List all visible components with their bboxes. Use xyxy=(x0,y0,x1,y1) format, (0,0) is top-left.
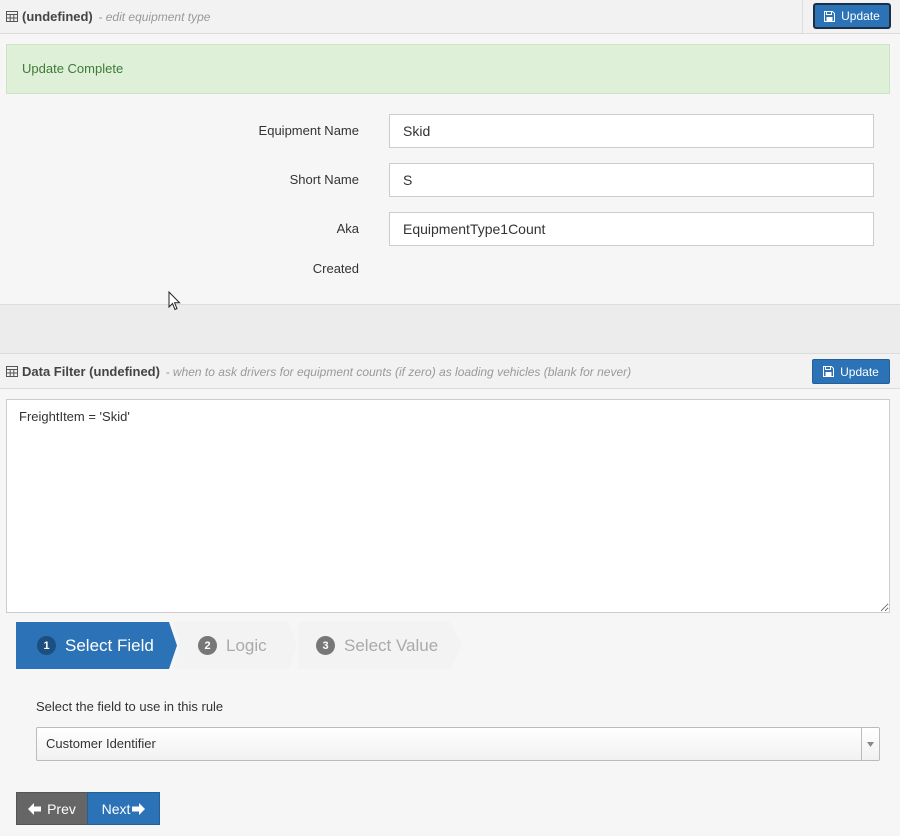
short-name-row: Short Name xyxy=(0,163,900,197)
wizard-step-select-field[interactable]: 1 Select Field xyxy=(16,622,169,669)
update-button-label: Update xyxy=(841,9,880,23)
aka-row: Aka xyxy=(0,212,900,246)
arrow-right-icon xyxy=(132,802,146,815)
equipment-type-header: (undefined) - edit equipment type Update xyxy=(0,0,900,34)
caret-down-icon xyxy=(867,741,874,747)
mouse-cursor-icon xyxy=(168,291,181,311)
aka-label: Aka xyxy=(336,221,359,236)
step-number: 3 xyxy=(316,636,335,655)
step-arrow-3 xyxy=(450,622,462,669)
wizard-step-logic[interactable]: 2 Logic xyxy=(179,622,289,669)
short-name-input[interactable] xyxy=(389,163,874,197)
field-select-value: Customer Identifier xyxy=(46,736,156,751)
step-label: Select Value xyxy=(344,635,439,655)
data-filter-header: Data Filter (undefined) - when to ask dr… xyxy=(0,354,900,389)
step-label: Logic xyxy=(226,635,267,655)
field-select[interactable]: Customer Identifier xyxy=(36,727,880,761)
page-title: (undefined) xyxy=(22,9,93,24)
next-button[interactable]: Next xyxy=(87,792,160,825)
prev-button-label: Prev xyxy=(47,800,76,817)
success-alert: Update Complete xyxy=(6,44,890,94)
save-icon xyxy=(824,10,836,22)
wizard-steps: 1 Select Field 2 Logic 3 Select Value xyxy=(16,622,476,669)
equipment-name-input[interactable] xyxy=(389,114,874,148)
header-actions: Update xyxy=(802,0,900,33)
wizard-step-select-value[interactable]: 3 Select Value xyxy=(298,622,450,669)
next-button-label: Next xyxy=(101,800,131,817)
save-icon xyxy=(823,366,835,377)
short-name-label: Short Name xyxy=(289,172,359,187)
step-number: 2 xyxy=(198,636,217,655)
data-filter-title-wrap: Data Filter (undefined) - when to ask dr… xyxy=(6,364,631,380)
filter-expression-textarea[interactable]: FreightItem = 'Skid' xyxy=(6,399,890,613)
select-field-prompt: Select the field to use in this rule xyxy=(36,699,224,714)
created-row: Created xyxy=(0,252,900,286)
data-filter-title: Data Filter (undefined) xyxy=(22,364,160,379)
data-filter-update-label: Update xyxy=(840,364,879,379)
equipment-name-row: Equipment Name xyxy=(0,114,900,148)
step-arrow-notch-1 xyxy=(173,622,187,669)
data-filter-update-button[interactable]: Update xyxy=(812,359,890,384)
prev-button[interactable]: Prev xyxy=(16,792,88,825)
step-number: 1 xyxy=(37,636,56,655)
step-label: Select Field xyxy=(65,635,154,655)
section-divider xyxy=(0,304,900,354)
data-filter-subtitle: - when to ask drivers for equipment coun… xyxy=(165,365,632,379)
table-icon xyxy=(6,366,18,377)
header-title-wrap: (undefined) - edit equipment type xyxy=(6,9,210,25)
page-subtitle: - edit equipment type xyxy=(98,10,211,24)
arrow-left-icon xyxy=(28,802,42,815)
update-button[interactable]: Update xyxy=(813,3,891,29)
created-label: Created xyxy=(312,261,359,276)
aka-input[interactable] xyxy=(389,212,874,246)
field-select-toggle[interactable] xyxy=(861,728,879,760)
table-icon xyxy=(6,11,18,22)
equipment-name-label: Equipment Name xyxy=(258,123,359,138)
